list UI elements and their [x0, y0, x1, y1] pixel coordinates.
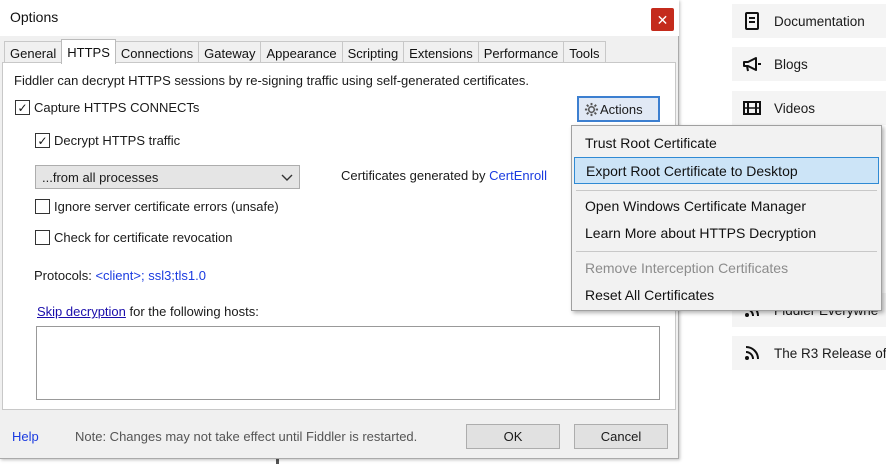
actions-label: Actions: [600, 101, 643, 117]
ignore-errors-checkbox[interactable]: Ignore server certificate errors (unsafe…: [35, 199, 279, 214]
tab-gateway[interactable]: Gateway: [198, 41, 262, 64]
capture-https-label: Capture HTTPS CONNECTs: [34, 100, 200, 115]
help-link[interactable]: Help: [12, 429, 39, 444]
bg-link-blogs[interactable]: Blogs: [732, 47, 886, 81]
certs-generated-text: Certificates generated by CertEnroll: [341, 168, 547, 183]
megaphone-icon: [742, 54, 762, 74]
revocation-label: Check for certificate revocation: [54, 230, 233, 245]
decrypt-https-label: Decrypt HTTPS traffic: [54, 133, 181, 148]
tab-performance[interactable]: Performance: [477, 41, 565, 64]
protocols-link[interactable]: <client>; ssl3;tls1.0: [95, 268, 206, 283]
bg-link-videos[interactable]: Videos: [732, 91, 886, 125]
tab-general[interactable]: General: [4, 41, 63, 64]
intro-text: Fiddler can decrypt HTTPS sessions by re…: [14, 73, 529, 88]
menu-separator: [576, 190, 877, 191]
tab-connections[interactable]: Connections: [114, 41, 200, 64]
film-icon: [742, 98, 762, 118]
bg-link-label: Blogs: [774, 56, 808, 72]
menu-item-reset-all[interactable]: Reset All Certificates: [574, 281, 879, 308]
menu-item-learn-more[interactable]: Learn More about HTTPS Decryption: [574, 219, 879, 246]
checkmark-icon: ✓: [37, 133, 48, 148]
cancel-button[interactable]: Cancel: [574, 424, 668, 449]
capture-https-checkbox[interactable]: ✓ Capture HTTPS CONNECTs: [15, 100, 199, 115]
gear-icon: [583, 101, 599, 117]
close-button[interactable]: ✕: [651, 8, 674, 31]
tab-scripting[interactable]: Scripting: [341, 41, 405, 64]
tab-extensions[interactable]: Extensions: [403, 41, 479, 64]
protocols-label: Protocols:: [34, 268, 92, 283]
menu-item-remove-interception: Remove Interception Certificates: [585, 259, 789, 276]
rss-icon: [742, 343, 762, 363]
bg-link-documentation[interactable]: Documentation: [732, 4, 886, 38]
skip-decryption-row: Skip decryption for the following hosts:: [37, 304, 259, 319]
certs-generated-prefix: Certificates generated by: [341, 168, 486, 183]
tab-appearance[interactable]: Appearance: [260, 41, 343, 64]
bg-link-label: Videos: [774, 100, 816, 116]
bg-link-r3-release[interactable]: The R3 Release of: [732, 336, 886, 370]
menu-item-open-cert-manager[interactable]: Open Windows Certificate Manager: [574, 192, 879, 219]
skip-hosts-textarea[interactable]: [36, 326, 660, 400]
process-filter-select[interactable]: ...from all processes: [35, 165, 300, 189]
dialog-footer: Help Note: Changes may not take effect u…: [0, 412, 679, 458]
process-filter-value: ...from all processes: [42, 169, 159, 185]
tab-tools[interactable]: Tools: [563, 41, 606, 64]
dialog-title: Options: [10, 9, 59, 25]
tab-https[interactable]: HTTPS: [61, 39, 116, 64]
ok-button[interactable]: OK: [466, 424, 560, 449]
decrypt-https-checkbox[interactable]: ✓ Decrypt HTTPS traffic: [35, 133, 180, 148]
bg-link-label: Documentation: [774, 13, 865, 29]
menu-separator: [576, 251, 877, 252]
chevron-down-icon: [281, 170, 293, 185]
bg-link-label: The R3 Release of: [774, 345, 886, 361]
tab-strip: General HTTPS Connections Gateway Appear…: [4, 39, 606, 64]
skip-decryption-link[interactable]: Skip decryption: [37, 304, 126, 319]
checkbox-box: ✓: [15, 100, 30, 115]
document-icon: [742, 11, 762, 31]
ignore-errors-label: Ignore server certificate errors (unsafe…: [54, 199, 279, 214]
checkbox-box: [35, 199, 50, 214]
cert-engine-link[interactable]: CertEnroll: [489, 168, 547, 183]
menu-item-trust-root[interactable]: Trust Root Certificate: [574, 129, 879, 156]
checkbox-box: [35, 230, 50, 245]
checkbox-box: ✓: [35, 133, 50, 148]
menu-item-export-root[interactable]: Export Root Certificate to Desktop: [574, 157, 879, 184]
checkmark-icon: ✓: [17, 100, 28, 115]
close-icon: ✕: [656, 11, 669, 28]
revocation-checkbox[interactable]: Check for certificate revocation: [35, 230, 232, 245]
restart-note: Note: Changes may not take effect until …: [75, 429, 418, 444]
title-bar[interactable]: Options ✕: [0, 0, 679, 36]
protocols-row: Protocols: <client>; ssl3;tls1.0: [34, 268, 206, 283]
actions-menu: Trust Root Certificate Export Root Certi…: [571, 125, 882, 311]
actions-button[interactable]: Actions: [577, 96, 660, 122]
skip-decryption-suffix: for the following hosts:: [129, 304, 259, 319]
